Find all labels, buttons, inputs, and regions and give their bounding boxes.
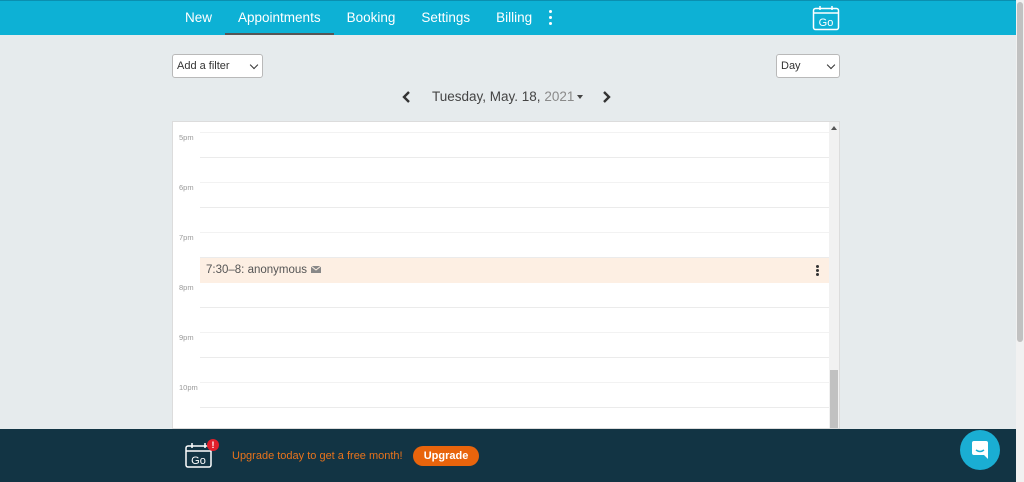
hour-row: 9pm <box>173 322 830 372</box>
date-picker[interactable]: Tuesday, May. 18, 2021 <box>432 89 584 104</box>
upgrade-banner: Go Upgrade today to get a free month! Up… <box>0 429 1016 482</box>
calendar-scrollbar[interactable] <box>829 122 839 428</box>
appointment-menu-icon[interactable] <box>816 265 820 277</box>
hour-label: 7pm <box>179 233 194 242</box>
chat-launcher-button[interactable] <box>960 430 1000 470</box>
nav-appointments[interactable]: Appointments <box>225 1 334 35</box>
hour-row: 10pm <box>173 372 830 422</box>
appointment-text: 7:30–8: anonymous <box>206 264 322 276</box>
scroll-up-arrow-icon[interactable] <box>831 126 837 130</box>
main-nav: New Appointments Booking Settings Billin… <box>172 1 545 35</box>
view-select-value: Day <box>781 60 801 72</box>
hour-label: 9pm <box>179 333 194 342</box>
envelope-icon <box>311 266 322 273</box>
hour-label: 8pm <box>179 283 194 292</box>
hour-label: 5pm <box>179 133 194 142</box>
page-scrollbar[interactable] <box>1016 0 1024 482</box>
hour-row: 6pm <box>173 172 830 222</box>
caret-down-icon <box>577 95 584 100</box>
date-label: Tuesday, May. 18, <box>432 89 541 104</box>
banner-logo-text: Go <box>191 455 206 467</box>
notification-badge: ! <box>207 439 219 451</box>
hour-label: 10pm <box>179 383 198 392</box>
upgrade-message: Upgrade today to get a free month! <box>232 450 403 462</box>
hour-row: 5pm <box>173 122 830 172</box>
chevron-down-icon <box>249 60 259 70</box>
nav-settings[interactable]: Settings <box>408 1 483 35</box>
chat-icon <box>972 441 988 459</box>
chevron-down-icon <box>826 60 836 70</box>
top-nav-bar: New Appointments Booking Settings Billin… <box>0 0 1016 35</box>
nav-billing[interactable]: Billing <box>483 1 545 35</box>
vertical-dots-icon[interactable] <box>544 10 556 28</box>
nav-booking[interactable]: Booking <box>334 1 409 35</box>
appointment-block[interactable]: 7:30–8: anonymous <box>200 258 829 283</box>
appointment-label: 7:30–8: anonymous <box>206 264 308 276</box>
go-logo-icon[interactable]: Go <box>812 5 840 31</box>
scroll-thumb[interactable] <box>830 370 838 428</box>
upgrade-button[interactable]: Upgrade <box>413 446 479 466</box>
filter-select-value: Add a filter <box>177 60 230 72</box>
filter-select[interactable]: Add a filter <box>172 54 263 78</box>
date-year: 2021 <box>544 89 575 104</box>
previous-day-icon[interactable] <box>400 90 414 104</box>
day-calendar[interactable]: 5pm 6pm 7pm 8pm 9pm 10pm 7:30–8: anonymo… <box>172 121 840 429</box>
view-select[interactable]: Day <box>776 54 840 78</box>
nav-new[interactable]: New <box>172 1 225 35</box>
next-day-icon[interactable] <box>599 90 613 104</box>
logo-text: Go <box>819 17 834 29</box>
hour-label: 6pm <box>179 183 194 192</box>
